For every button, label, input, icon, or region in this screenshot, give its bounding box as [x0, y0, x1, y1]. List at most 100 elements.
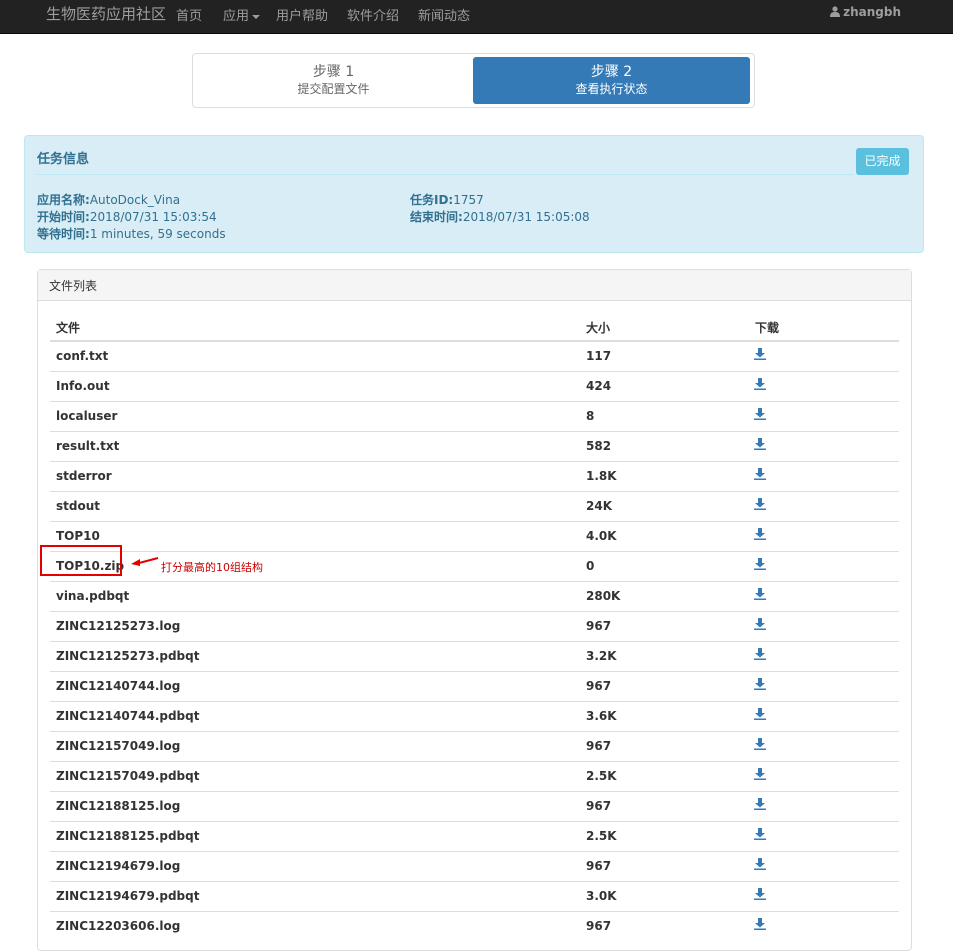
- file-name[interactable]: ZINC12157049.pdbqt: [56, 769, 199, 783]
- step-2-active[interactable]: 步骤 2 查看执行状态: [473, 57, 750, 104]
- nav-software[interactable]: 软件介绍: [347, 5, 399, 24]
- annotation-highlight-box: [40, 545, 122, 576]
- file-name[interactable]: conf.txt: [56, 349, 108, 363]
- download-icon: [754, 768, 766, 780]
- file-list-heading: 文件列表: [38, 270, 911, 301]
- file-size: 4.0K: [586, 529, 617, 543]
- download-button[interactable]: [754, 648, 766, 663]
- file-name[interactable]: ZINC12194679.pdbqt: [56, 889, 199, 903]
- file-name[interactable]: ZINC12140744.log: [56, 679, 180, 693]
- download-button[interactable]: [754, 918, 766, 933]
- wait-time-label: 等待时间:: [37, 227, 90, 241]
- download-icon: [754, 798, 766, 810]
- annotation-arrow-icon: [131, 557, 159, 566]
- file-name[interactable]: ZINC12203606.log: [56, 919, 180, 933]
- download-button[interactable]: [754, 528, 766, 543]
- step-2-subtitle: 查看执行状态: [575, 82, 648, 96]
- file-name[interactable]: ZINC12157049.log: [56, 739, 180, 753]
- table-row: ZINC12188125.pdbqt 2.5K: [50, 821, 899, 852]
- download-icon: [754, 858, 766, 870]
- file-size: 1.8K: [586, 469, 617, 483]
- nav-help[interactable]: 用户帮助: [276, 5, 328, 24]
- download-icon: [754, 468, 766, 480]
- column-header-file: 文件: [56, 321, 81, 335]
- column-header-size: 大小: [586, 321, 611, 335]
- file-size: 8: [586, 409, 595, 423]
- download-button[interactable]: [754, 588, 766, 603]
- table-row: vina.pdbqt 280K: [50, 581, 899, 612]
- file-size: 2.5K: [586, 829, 617, 843]
- download-button[interactable]: [754, 798, 766, 813]
- file-size: 967: [586, 619, 612, 633]
- nav-news[interactable]: 新闻动态: [418, 5, 470, 24]
- file-size: 2.5K: [586, 769, 617, 783]
- status-badge: 已完成: [856, 148, 909, 175]
- end-time-line: 结束时间:2018/07/31 15:05:08: [410, 208, 590, 225]
- table-row: ZINC12203606.log 967: [50, 911, 899, 942]
- user-menu[interactable]: zhangbh: [830, 5, 901, 19]
- download-icon: [754, 558, 766, 570]
- download-button[interactable]: [754, 378, 766, 393]
- table-row: ZINC12194679.log 967: [50, 851, 899, 882]
- file-name[interactable]: result.txt: [56, 439, 119, 453]
- app-name-value: AutoDock_Vina: [89, 193, 181, 207]
- file-size: 967: [586, 859, 612, 873]
- file-list-panel: 文件列表 文件 大小 下载 conf.txt 117 Info.out 424 loca…: [37, 269, 912, 951]
- column-header-download: 下载: [755, 321, 780, 335]
- download-button[interactable]: [754, 348, 766, 363]
- file-size: 967: [586, 919, 612, 933]
- file-size: 117: [586, 349, 612, 363]
- table-row: stderror 1.8K: [50, 461, 899, 492]
- file-name[interactable]: ZINC12125273.pdbqt: [56, 649, 199, 663]
- download-button[interactable]: [754, 558, 766, 573]
- table-row: ZINC12125273.pdbqt 3.2K: [50, 641, 899, 672]
- task-id-value: 1757: [453, 193, 484, 207]
- download-button[interactable]: [754, 618, 766, 633]
- table-row: stdout 24K: [50, 491, 899, 522]
- download-icon: [754, 888, 766, 900]
- file-size: 967: [586, 679, 612, 693]
- download-button[interactable]: [754, 678, 766, 693]
- download-button[interactable]: [754, 498, 766, 513]
- download-icon: [754, 618, 766, 630]
- table-row: ZINC12157049.pdbqt 2.5K: [50, 761, 899, 792]
- file-name[interactable]: TOP10: [56, 529, 100, 543]
- download-button[interactable]: [754, 738, 766, 753]
- download-button[interactable]: [754, 468, 766, 483]
- caret-down-icon: [252, 14, 261, 19]
- table-row: localuser 8: [50, 401, 899, 432]
- file-name[interactable]: vina.pdbqt: [56, 589, 129, 603]
- task-info-panel: 任务信息 已完成 应用名称:AutoDock_Vina 任务ID:1757 开始…: [24, 135, 924, 253]
- download-button[interactable]: [754, 438, 766, 453]
- nav-apps-dropdown[interactable]: 应用: [223, 5, 261, 24]
- file-size: 3.0K: [586, 889, 617, 903]
- file-name[interactable]: ZINC12125273.log: [56, 619, 180, 633]
- wait-time-line: 等待时间:1 minutes, 59 seconds: [37, 225, 226, 242]
- username: zhangbh: [843, 5, 901, 19]
- download-button[interactable]: [754, 888, 766, 903]
- download-button[interactable]: [754, 708, 766, 723]
- file-name[interactable]: stderror: [56, 469, 112, 483]
- step-1[interactable]: 步骤 1 提交配置文件: [196, 57, 471, 104]
- nav-home[interactable]: 首页: [176, 5, 202, 24]
- download-button[interactable]: [754, 768, 766, 783]
- download-icon: [754, 648, 766, 660]
- file-name[interactable]: ZINC12188125.pdbqt: [56, 829, 199, 843]
- user-icon: [830, 6, 841, 17]
- download-button[interactable]: [754, 408, 766, 423]
- file-name[interactable]: localuser: [56, 409, 117, 423]
- download-icon: [754, 738, 766, 750]
- download-icon: [754, 708, 766, 720]
- brand-link[interactable]: 生物医药应用社区: [46, 3, 166, 24]
- download-button[interactable]: [754, 858, 766, 873]
- file-name[interactable]: Info.out: [56, 379, 110, 393]
- download-icon: [754, 348, 766, 360]
- download-icon: [754, 378, 766, 390]
- file-name[interactable]: ZINC12140744.pdbqt: [56, 709, 199, 723]
- app-name-label: 应用名称:: [37, 193, 90, 207]
- file-name[interactable]: ZINC12188125.log: [56, 799, 180, 813]
- file-name[interactable]: stdout: [56, 499, 100, 513]
- file-name[interactable]: ZINC12194679.log: [56, 859, 180, 873]
- download-button[interactable]: [754, 828, 766, 843]
- app-name-line: 应用名称:AutoDock_Vina: [37, 191, 180, 208]
